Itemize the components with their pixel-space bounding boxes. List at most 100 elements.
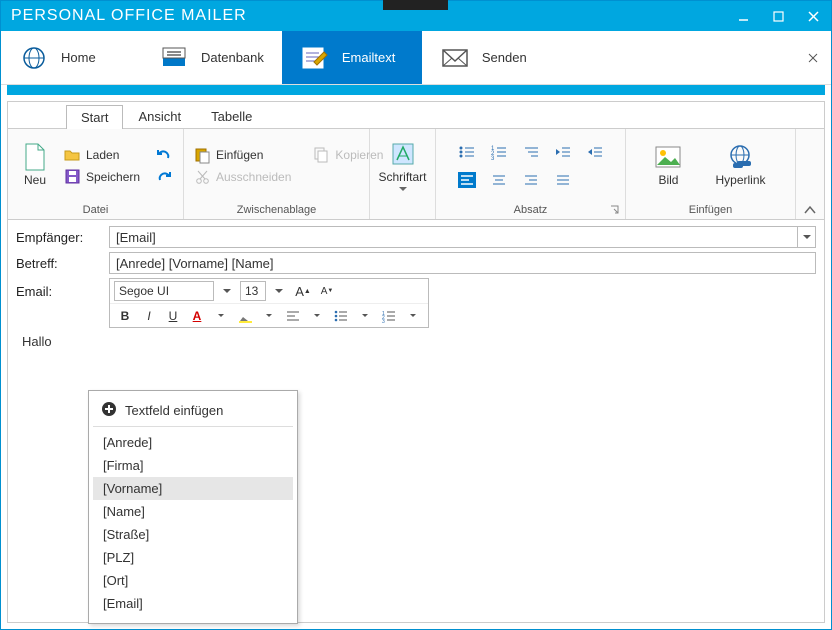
context-menu-item[interactable]: [Anrede]: [93, 431, 293, 454]
collapse-ribbon-button[interactable]: [796, 129, 824, 219]
ribbon-group-datei: Neu Laden Speichern Datei: [8, 129, 184, 219]
editor-body[interactable]: Hallo Textfeld einfügen [Anrede][Firma][…: [8, 328, 824, 622]
email-label: Email:: [16, 278, 101, 299]
content-area: Start Ansicht Tabelle Neu Laden Speicher…: [1, 95, 831, 629]
align-right-button[interactable]: [522, 172, 540, 188]
editor-toolbar: Segoe UI 13 A▲ A▼ B I U A: [109, 278, 429, 328]
recipient-input[interactable]: [109, 226, 798, 248]
image-button[interactable]: Bild: [647, 142, 689, 189]
nav-emailtext-label: Emailtext: [342, 50, 395, 65]
accent-bar: [7, 85, 825, 95]
envelope-icon: [440, 43, 470, 73]
context-menu-item[interactable]: [Ort]: [93, 569, 293, 592]
bullet-list-button[interactable]: [458, 144, 476, 160]
context-menu-header[interactable]: Textfeld einfügen: [93, 397, 293, 427]
align-left-button[interactable]: [458, 172, 476, 188]
bullets-dropdown[interactable]: [354, 306, 376, 326]
bullets-button[interactable]: [330, 306, 352, 326]
context-menu: Textfeld einfügen [Anrede][Firma][Vornam…: [88, 390, 298, 624]
numbers-dropdown[interactable]: [402, 306, 424, 326]
load-button[interactable]: Laden: [60, 144, 144, 166]
context-menu-item[interactable]: [PLZ]: [93, 546, 293, 569]
title-bar: PERSONAL OFFICE MAILER: [1, 1, 831, 31]
context-menu-item[interactable]: [Name]: [93, 500, 293, 523]
context-menu-item[interactable]: [Vorname]: [93, 477, 293, 500]
font-button[interactable]: Schriftart: [376, 139, 429, 193]
align-button[interactable]: [282, 306, 304, 326]
hyperlink-button[interactable]: Hyperlink: [707, 142, 773, 189]
close-button[interactable]: [796, 1, 831, 31]
italic-button[interactable]: I: [138, 306, 160, 326]
paste-icon: [194, 147, 210, 163]
tab-close-icon[interactable]: [803, 48, 823, 68]
font-icon: [390, 141, 416, 167]
numbers-button[interactable]: 123: [378, 306, 400, 326]
shrink-font-button[interactable]: A▼: [316, 281, 338, 301]
editor-panel: Start Ansicht Tabelle Neu Laden Speicher…: [7, 101, 825, 623]
folder-open-icon: [64, 147, 80, 163]
dialog-launcher-icon[interactable]: [609, 205, 621, 217]
subject-input[interactable]: [109, 252, 816, 274]
grow-font-button[interactable]: A▲: [292, 281, 314, 301]
font-color-button[interactable]: A: [186, 306, 208, 326]
underline-button[interactable]: U: [162, 306, 184, 326]
nav-home[interactable]: Home: [1, 31, 141, 84]
maximize-button[interactable]: [761, 1, 796, 31]
form-fields: Empfänger: Betreff: Email: Segoe UI 13: [8, 220, 824, 328]
chevron-down-icon: [399, 187, 407, 191]
align-justify-button[interactable]: [554, 172, 572, 188]
nav-senden-label: Senden: [482, 50, 527, 65]
group-label-einfuegen: Einfügen: [626, 202, 795, 219]
indent-increase-button[interactable]: [586, 144, 604, 160]
subject-label: Betreff:: [16, 256, 101, 271]
context-menu-item[interactable]: [Straße]: [93, 523, 293, 546]
font-size-select[interactable]: 13: [240, 281, 266, 301]
editor-cell: Segoe UI 13 A▲ A▼ B I U A: [109, 278, 816, 328]
tab-ansicht[interactable]: Ansicht: [123, 104, 196, 128]
new-file-icon: [22, 144, 48, 170]
new-button[interactable]: Neu: [14, 142, 56, 189]
nav-datenbank[interactable]: Datenbank: [141, 31, 282, 84]
app-window: PERSONAL OFFICE MAILER Home Datenbank Em…: [0, 0, 832, 630]
tray-icon: [159, 43, 189, 73]
titlebar-notch: [383, 0, 448, 10]
svg-text:3: 3: [382, 319, 385, 325]
indent-decrease-button[interactable]: [554, 144, 572, 160]
multilevel-list-button[interactable]: [522, 144, 540, 160]
cut-icon: [194, 169, 210, 185]
font-family-select[interactable]: Segoe UI: [114, 281, 214, 301]
highlight-dropdown[interactable]: [258, 306, 280, 326]
font-size-dropdown[interactable]: [268, 281, 290, 301]
ribbon: Neu Laden Speichern Datei: [8, 128, 824, 220]
undo-button[interactable]: [152, 144, 176, 166]
num-list-button[interactable]: 123: [490, 144, 508, 160]
recipient-dropdown[interactable]: [798, 226, 816, 248]
nav-emailtext[interactable]: Emailtext: [282, 31, 422, 84]
save-button[interactable]: Speichern: [60, 166, 144, 188]
font-family-dropdown[interactable]: [216, 281, 238, 301]
group-label-datei: Datei: [8, 202, 183, 219]
ribbon-tabs: Start Ansicht Tabelle: [8, 102, 824, 128]
bold-button[interactable]: B: [114, 306, 136, 326]
highlight-button[interactable]: [234, 306, 256, 326]
ribbon-group-absatz: 123 Absatz: [436, 129, 626, 219]
tab-start[interactable]: Start: [66, 105, 123, 129]
app-title: PERSONAL OFFICE MAILER: [11, 7, 726, 25]
svg-text:3: 3: [491, 156, 495, 162]
redo-button[interactable]: [152, 166, 176, 188]
cut-button[interactable]: Ausschneiden: [190, 166, 295, 188]
nav-senden[interactable]: Senden: [422, 31, 562, 84]
group-label-zwischenablage: Zwischenablage: [184, 202, 369, 219]
align-center-button[interactable]: [490, 172, 508, 188]
minimize-button[interactable]: [726, 1, 761, 31]
context-menu-item[interactable]: [Firma]: [93, 454, 293, 477]
align-dropdown[interactable]: [306, 306, 328, 326]
nav-home-label: Home: [61, 50, 96, 65]
paste-button[interactable]: Einfügen: [190, 144, 295, 166]
font-color-dropdown[interactable]: [210, 306, 232, 326]
tab-tabelle[interactable]: Tabelle: [196, 104, 267, 128]
plus-circle-icon: [101, 401, 117, 420]
context-menu-item[interactable]: [Email]: [93, 592, 293, 615]
hyperlink-icon: [727, 144, 753, 170]
globe-icon: [19, 43, 49, 73]
